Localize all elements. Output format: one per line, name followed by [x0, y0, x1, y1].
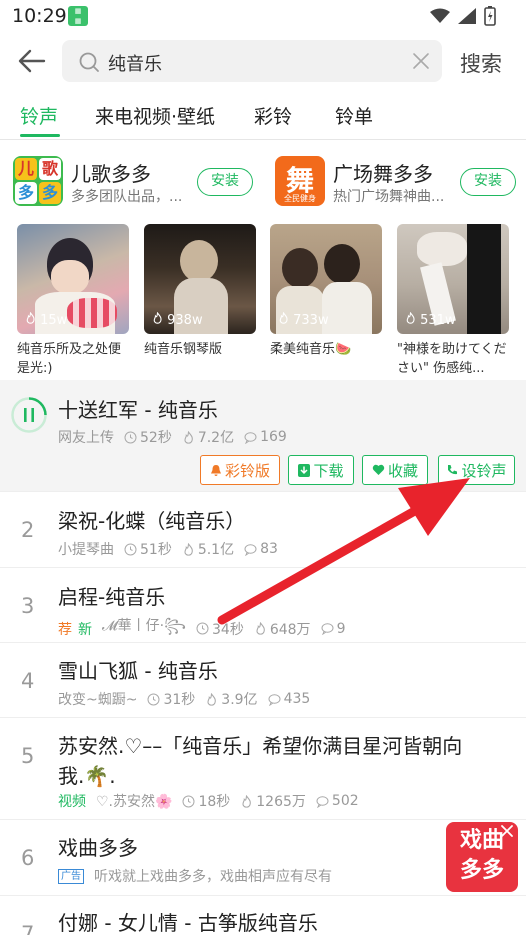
annotation-arrow: [217, 478, 470, 625]
